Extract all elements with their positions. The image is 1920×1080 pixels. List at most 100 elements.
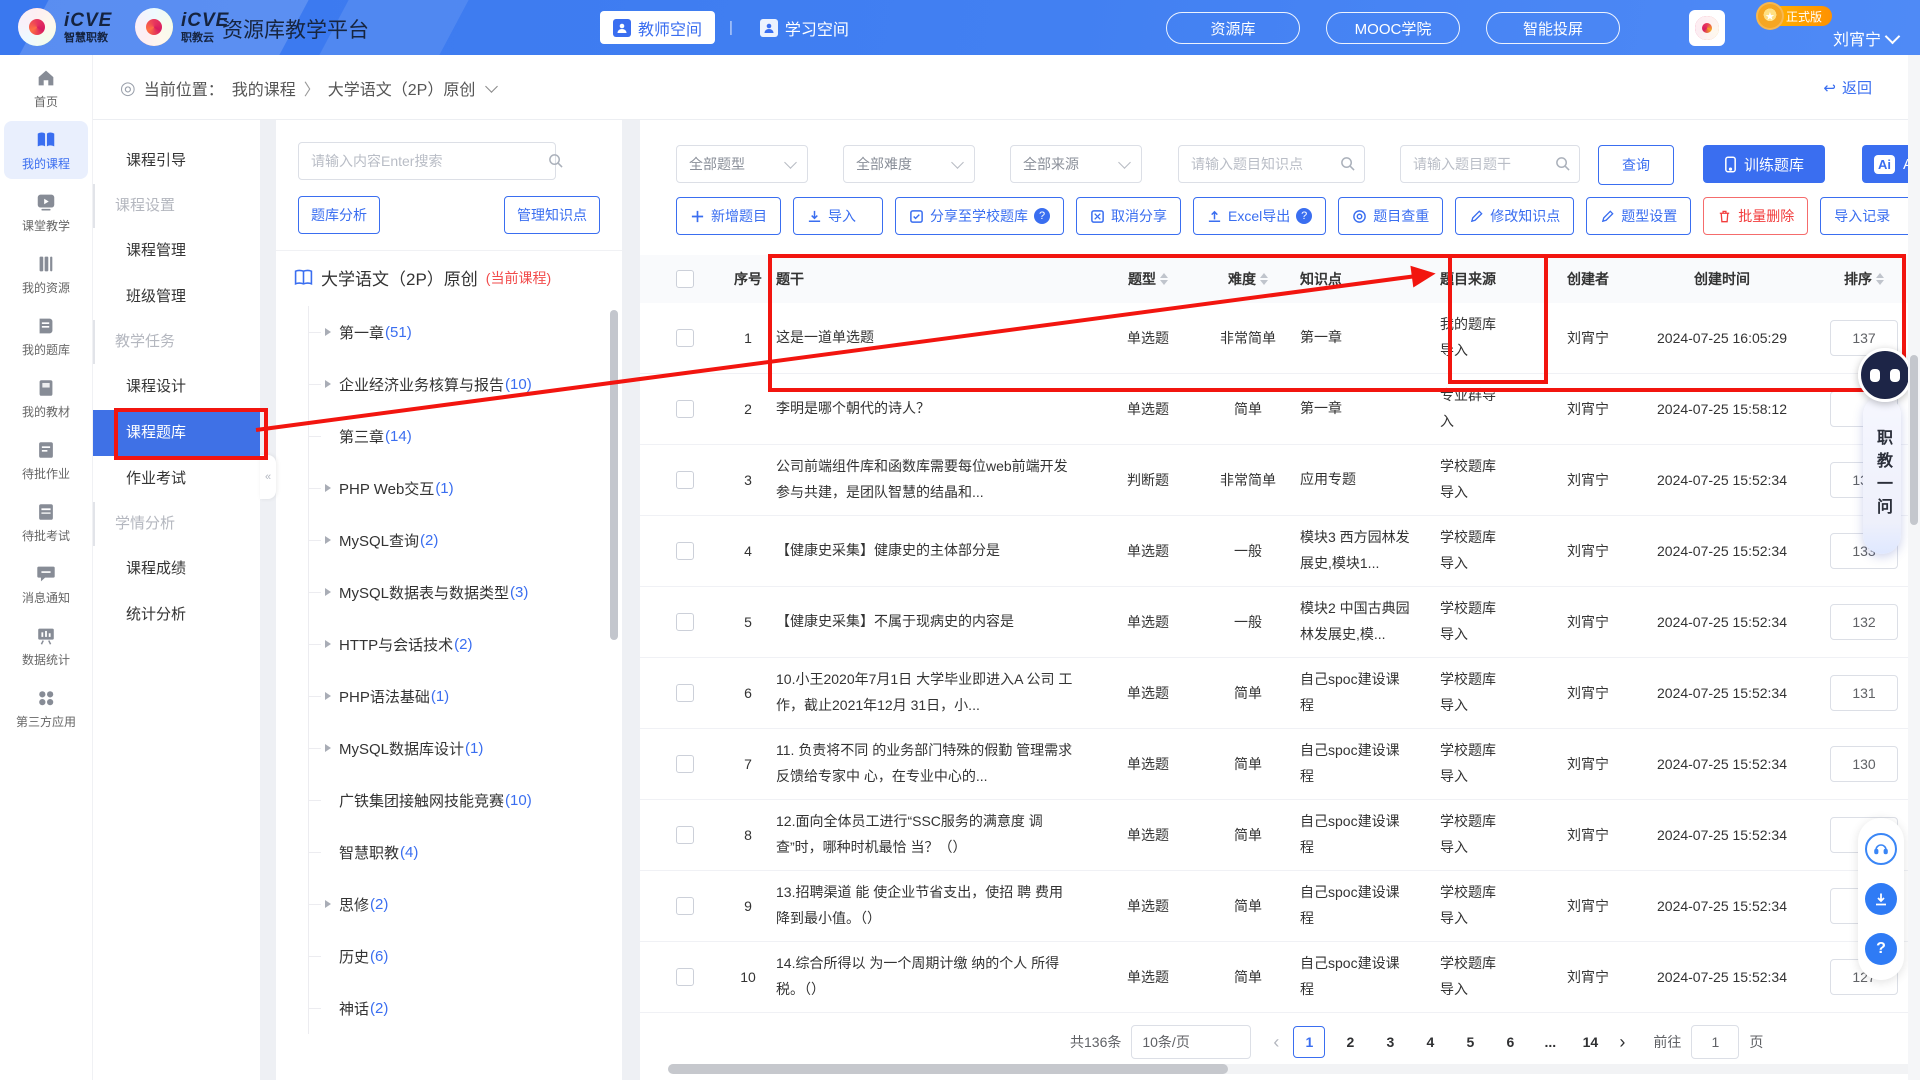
duplicate-check-button[interactable]: 题目查重 <box>1338 197 1443 235</box>
row-checkbox[interactable] <box>676 684 694 702</box>
help-icon[interactable]: ? <box>1865 933 1897 965</box>
col-题型[interactable]: 题型 <box>1100 269 1196 289</box>
horizontal-scrollbar[interactable] <box>668 1064 1920 1074</box>
page-button-14[interactable]: 14 <box>1575 1027 1605 1057</box>
rail-item-my-courses[interactable]: 我的课程 <box>4 121 88 179</box>
manage-knowledge-button[interactable]: 管理知识点 <box>504 196 600 234</box>
tree-item[interactable]: MySQL查询(2) <box>309 514 589 566</box>
rail-item-data-stats[interactable]: 数据统计 <box>4 617 88 675</box>
sort-carets-icon[interactable] <box>1260 273 1268 285</box>
page-button-4[interactable]: 4 <box>1415 1027 1445 1057</box>
row-checkbox[interactable] <box>676 755 694 773</box>
knowledge-search-input[interactable] <box>1178 145 1365 183</box>
tree-item[interactable]: 企业经济业务核算与报告(10) <box>309 358 589 410</box>
menu-course-question-bank[interactable]: 课程题库 <box>92 410 260 456</box>
page-button-3[interactable]: 3 <box>1375 1027 1405 1057</box>
row-checkbox[interactable] <box>676 400 694 418</box>
rail-item-home[interactable]: 首页 <box>4 59 88 117</box>
assistant-label-pill[interactable]: 职教一问 <box>1863 396 1901 554</box>
tree-item[interactable]: PHP语法基础(1) <box>309 670 589 722</box>
next-page-button[interactable]: › <box>1615 1032 1629 1053</box>
help-question-icon[interactable]: ? <box>1034 208 1050 224</box>
expand-arrow-icon[interactable] <box>325 536 331 544</box>
add-question-button[interactable]: 新增题目 <box>676 197 781 235</box>
rail-item-third-party-apps[interactable]: 第三方应用 <box>4 679 88 737</box>
excel-export-button[interactable]: Excel导出 ? <box>1193 197 1326 235</box>
sidebar-collapse-handle[interactable]: « <box>260 455 276 499</box>
cell-stem[interactable]: 【健康史采集】不属于现病史的内容是 <box>776 609 1100 635</box>
menu-course-guide[interactable]: 课程引导 <box>92 138 260 184</box>
row-checkbox[interactable] <box>676 471 694 489</box>
tree-item[interactable]: 神话(2) <box>309 982 589 1034</box>
cell-stem[interactable]: 10.小王2020年7月1日 大学毕业即进入A 公司 工作，截止2021年12月… <box>776 667 1100 719</box>
menu-homework-exam[interactable]: 作业考试 <box>92 456 260 502</box>
stem-search-input[interactable] <box>1400 145 1580 183</box>
tree-item[interactable]: MySQL数据表与数据类型(3) <box>309 566 589 618</box>
expand-arrow-icon[interactable] <box>325 640 331 648</box>
tree-item[interactable]: 第一章(51) <box>309 306 589 358</box>
row-checkbox[interactable] <box>676 613 694 631</box>
cell-stem[interactable]: 12.面向全体员工进行“SSC服务的满意度 调 查”时，哪种时机最恰 当？（） <box>776 809 1100 861</box>
tree-item[interactable]: 思修(2) <box>309 878 589 930</box>
batch-delete-button[interactable]: 批量删除 <box>1703 197 1808 235</box>
sort-order-input[interactable]: 132 <box>1830 604 1898 640</box>
nav-student-space[interactable]: 学习空间 <box>747 11 862 44</box>
page-scrollbar[interactable] <box>1908 55 1920 1080</box>
share-to-school-button[interactable]: 分享至学校题库 ? <box>895 197 1064 235</box>
tree-item[interactable]: 第三章(14) <box>309 410 589 462</box>
assistant-widget[interactable]: 职教一问 <box>1858 348 1912 554</box>
tree-item[interactable]: 历史(6) <box>309 930 589 982</box>
rail-item-exam-review[interactable]: 待批考试 <box>4 493 88 551</box>
filter-difficulty[interactable]: 全部难度 <box>843 145 975 183</box>
filter-source[interactable]: 全部来源 <box>1010 145 1142 183</box>
page-size-select[interactable]: 10条/页 <box>1131 1025 1251 1059</box>
edit-knowledge-button[interactable]: 修改知识点 <box>1455 197 1574 235</box>
sort-carets-icon[interactable] <box>1160 273 1168 285</box>
bank-analysis-button[interactable]: 题库分析 <box>298 196 380 234</box>
unshare-button[interactable]: 取消分享 <box>1076 197 1181 235</box>
cell-stem[interactable]: 【健康史采集】健康史的主体部分是 <box>776 538 1100 564</box>
cell-stem[interactable]: 李明是哪个朝代的诗人？ <box>776 396 1100 422</box>
expand-arrow-icon[interactable] <box>325 588 331 596</box>
import-button[interactable]: 导入 <box>793 197 883 235</box>
tree-scrollbar[interactable] <box>610 310 618 640</box>
page-button-5[interactable]: 5 <box>1455 1027 1485 1057</box>
type-settings-button[interactable]: 题型设置 <box>1586 197 1691 235</box>
select-all-checkbox[interactable] <box>676 270 694 288</box>
tree-item[interactable]: MySQL数据库设计(1) <box>309 722 589 774</box>
cell-stem[interactable]: 公司前端组件库和函数库需要每位web前端开发参与共建，是团队智慧的结晶和... <box>776 454 1100 506</box>
nav-teacher-space[interactable]: 教师空间 <box>600 11 715 44</box>
expand-arrow-icon[interactable] <box>325 380 331 388</box>
rail-item-my-question-bank[interactable]: 我的题库 <box>4 307 88 365</box>
menu-class-management[interactable]: 班级管理 <box>92 274 260 320</box>
expand-arrow-icon[interactable] <box>325 692 331 700</box>
breadcrumb-my-courses[interactable]: 我的课程 <box>232 76 296 100</box>
cell-stem[interactable]: 13.招聘渠道 能 使企业节省支出，使招 聘 费用降到最小值。（） <box>776 880 1100 932</box>
horizontal-scrollbar-thumb[interactable] <box>668 1064 1228 1074</box>
expand-arrow-icon[interactable] <box>325 484 331 492</box>
query-button[interactable]: 查询 <box>1598 145 1674 185</box>
sort-order-input[interactable]: 131 <box>1830 675 1898 711</box>
back-link[interactable]: ↩ 返回 <box>1823 77 1872 98</box>
row-checkbox[interactable] <box>676 542 694 560</box>
filter-question-type[interactable]: 全部题型 <box>676 145 808 183</box>
pill-resource-library[interactable]: 资源库 <box>1166 12 1300 44</box>
help-question-icon[interactable]: ? <box>1296 208 1312 224</box>
user-menu[interactable]: 刘宵宁 <box>1833 26 1898 50</box>
menu-course-management[interactable]: 课程管理 <box>92 228 260 274</box>
cell-stem[interactable]: 14.综合所得以 为一个周期计缴 纳的个人 所得税。（） <box>776 951 1100 1003</box>
menu-course-design[interactable]: 课程设计 <box>92 364 260 410</box>
pill-smart-cast[interactable]: 智能投屏 <box>1486 12 1620 44</box>
col-排序[interactable]: 排序 <box>1812 269 1916 289</box>
breadcrumb-course-name[interactable]: 大学语文（2P）原创 <box>328 76 476 100</box>
menu-course-grades[interactable]: 课程成绩 <box>92 546 260 592</box>
page-ellipsis[interactable]: ... <box>1535 1027 1565 1057</box>
tree-item[interactable]: PHP Web交互(1) <box>309 462 589 514</box>
rail-item-messages[interactable]: 消息通知 <box>4 555 88 613</box>
rail-item-my-resources[interactable]: 我的资源 <box>4 245 88 303</box>
page-button-2[interactable]: 2 <box>1335 1027 1365 1057</box>
row-checkbox[interactable] <box>676 897 694 915</box>
customer-service-icon[interactable] <box>1865 833 1897 865</box>
cell-stem[interactable]: 这是一道单选题 <box>776 325 1100 351</box>
cell-stem[interactable]: 11. 负责将不同 的业务部门特殊的假勤 管理需求反馈给专家中 心，在专业中心的… <box>776 738 1100 790</box>
